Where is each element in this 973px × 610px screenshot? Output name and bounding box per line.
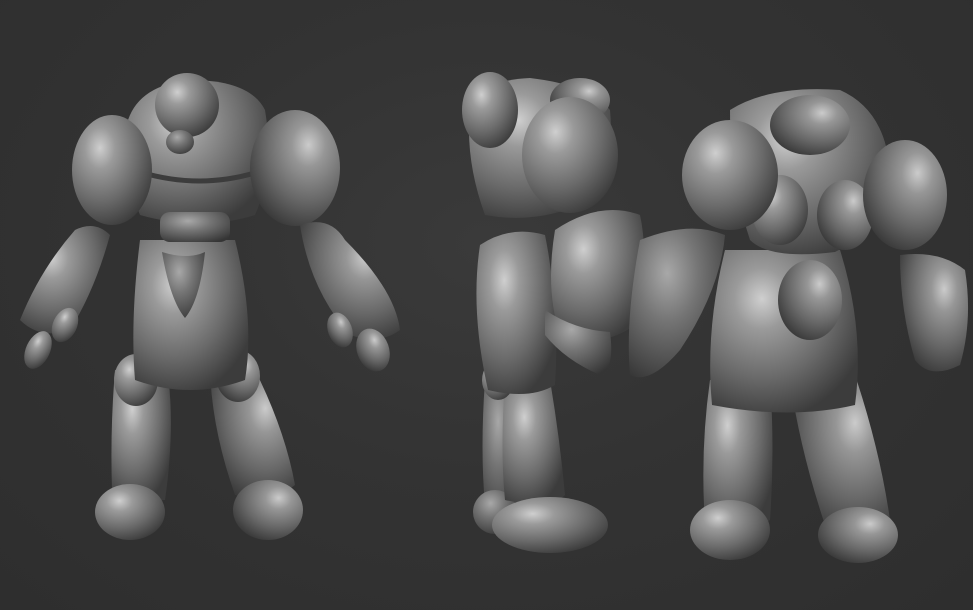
side-view-model [462, 72, 725, 553]
three-quarter-back-view-model [682, 89, 969, 563]
front-view-model [20, 73, 400, 540]
render-canvas [20, 72, 969, 563]
sculpt-viewport[interactable] [0, 0, 973, 610]
